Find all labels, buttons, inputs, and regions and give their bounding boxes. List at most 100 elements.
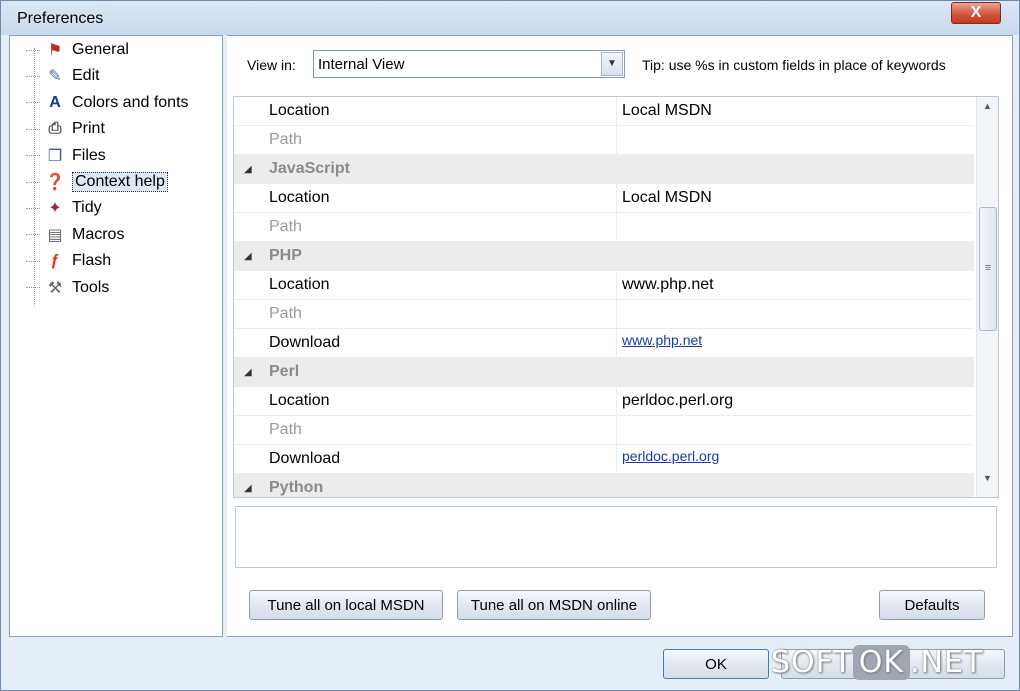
- property-row[interactable]: Location Local MSDN: [234, 184, 974, 213]
- view-in-value: Internal View: [318, 56, 405, 73]
- property-key: Location: [269, 189, 330, 206]
- tree-item-general[interactable]: ⚑ General: [26, 38, 129, 62]
- property-value: Local MSDN: [622, 102, 712, 119]
- property-key: Path: [269, 421, 302, 438]
- watermark: SOFT OK .NET: [771, 645, 983, 680]
- property-key: Location: [269, 276, 330, 293]
- property-row[interactable]: Download perldoc.perl.org: [234, 445, 974, 474]
- tree-connector: [26, 260, 40, 262]
- group-label: Perl: [269, 363, 300, 380]
- category-tree: ⚑ General ✎ Edit A Colors and fonts ⎙ Print ❐ Fil…: [9, 35, 223, 637]
- general-icon: ⚑: [47, 42, 63, 59]
- tree-item-label: Macros: [72, 225, 125, 243]
- group-row[interactable]: ◢ JavaScript: [234, 155, 974, 184]
- group-row[interactable]: ◢ Perl: [234, 358, 974, 387]
- tree-item-label: Flash: [72, 252, 112, 270]
- property-row[interactable]: Location Local MSDN: [234, 97, 974, 126]
- property-row[interactable]: Path: [234, 213, 974, 242]
- scroll-thumb[interactable]: ≡: [979, 207, 997, 331]
- property-row[interactable]: Location www.php.net: [234, 271, 974, 300]
- column-divider: [616, 213, 617, 242]
- property-key: Location: [269, 392, 330, 409]
- preferences-window: Preferences X ⚑ General ✎ Edit A Colors and f…: [0, 0, 1020, 691]
- property-row[interactable]: Path: [234, 300, 974, 329]
- title-bar: Preferences X: [1, 1, 1019, 35]
- property-grid: Location Local MSDN Path ◢ JavaScript Locatio…: [233, 96, 999, 498]
- property-key: Location: [269, 102, 330, 119]
- tree-item-label: Tools: [72, 278, 110, 296]
- tree-item-context-help[interactable]: ❓ Context help: [26, 170, 168, 194]
- close-button[interactable]: X: [951, 2, 1001, 24]
- tree-item-label: Colors and fonts: [72, 93, 189, 111]
- watermark-right: .NET: [910, 645, 984, 680]
- tree-item-label: Edit: [72, 67, 100, 85]
- property-value: www.php.net: [622, 276, 714, 293]
- tree-item-tools[interactable]: ⚒ Tools: [26, 276, 109, 300]
- expand-icon[interactable]: ◢: [244, 251, 252, 262]
- column-divider: [616, 271, 617, 300]
- help-icon: ❓: [45, 174, 65, 191]
- column-divider: [616, 329, 617, 358]
- defaults-button[interactable]: Defaults: [879, 590, 985, 620]
- tree-item-files[interactable]: ❐ Files: [26, 144, 106, 168]
- expand-icon[interactable]: ◢: [244, 164, 252, 175]
- macros-icon: ▤: [47, 226, 63, 244]
- tree-connector: [26, 181, 40, 183]
- files-icon: ❐: [47, 147, 63, 165]
- tree-connector: [26, 287, 40, 289]
- property-key: Path: [269, 305, 302, 322]
- tree-item-label: Print: [72, 120, 105, 138]
- tree-connector: [26, 128, 40, 130]
- tree-connector: [26, 75, 40, 77]
- property-row[interactable]: Download www.php.net: [234, 329, 974, 358]
- watermark-ok: OK: [852, 645, 911, 680]
- font-icon: A: [49, 93, 61, 111]
- ok-button[interactable]: OK: [663, 649, 769, 679]
- property-row[interactable]: Location perldoc.perl.org: [234, 387, 974, 416]
- property-row[interactable]: Path: [234, 126, 974, 155]
- expand-icon[interactable]: ◢: [244, 367, 252, 378]
- property-value: perldoc.perl.org: [622, 392, 734, 409]
- settings-panel: View in: Internal View ▼ Tip: use %s in …: [227, 35, 1013, 637]
- tree-item-colors-and-fonts[interactable]: A Colors and fonts: [26, 91, 189, 115]
- view-in-label: View in:: [247, 57, 296, 73]
- scroll-up-icon[interactable]: ▲: [977, 101, 998, 121]
- expand-icon[interactable]: ◢: [244, 483, 252, 494]
- tree-connector: [26, 155, 40, 157]
- tree-item-tidy[interactable]: ✦ Tidy: [26, 196, 102, 220]
- tree-item-print[interactable]: ⎙ Print: [26, 117, 105, 141]
- tune-msdn-online-button[interactable]: Tune all on MSDN online: [457, 590, 651, 620]
- vertical-scrollbar[interactable]: ▲ ≡ ▼: [976, 97, 998, 497]
- property-key: Download: [269, 450, 341, 467]
- property-key: Path: [269, 131, 302, 148]
- group-row[interactable]: ◢ PHP: [234, 242, 974, 271]
- column-divider: [616, 184, 617, 213]
- tree-item-label: Tidy: [72, 199, 102, 217]
- tree-item-macros[interactable]: ▤ Macros: [26, 223, 124, 247]
- column-divider: [616, 126, 617, 155]
- property-link[interactable]: perldoc.perl.org: [622, 448, 719, 464]
- group-row[interactable]: ◢ Python: [234, 474, 974, 497]
- tree-item-edit[interactable]: ✎ Edit: [26, 64, 100, 88]
- tree-connector: [26, 49, 40, 51]
- scroll-down-icon[interactable]: ▼: [977, 473, 998, 493]
- group-label: PHP: [269, 247, 302, 264]
- property-key: Download: [269, 334, 341, 351]
- edit-icon: ✎: [48, 68, 62, 86]
- tree-connector: [26, 102, 40, 104]
- tree-item-label: Files: [72, 146, 106, 164]
- column-divider: [616, 445, 617, 474]
- tree-connector: [26, 207, 40, 209]
- tune-local-msdn-button[interactable]: Tune all on local MSDN: [249, 590, 443, 620]
- property-link[interactable]: www.php.net: [622, 332, 702, 348]
- view-in-select[interactable]: Internal View ▼: [313, 50, 625, 78]
- tools-icon: ⚒: [47, 279, 63, 297]
- column-divider: [616, 97, 617, 126]
- property-row[interactable]: Path: [234, 416, 974, 445]
- tree-item-label: Context help: [72, 172, 168, 192]
- tree-item-flash[interactable]: ƒ Flash: [26, 249, 111, 273]
- window-title: Preferences: [17, 10, 104, 27]
- chevron-down-icon[interactable]: ▼: [601, 52, 623, 76]
- property-key: Path: [269, 218, 302, 235]
- tidy-icon: ✦: [48, 200, 62, 218]
